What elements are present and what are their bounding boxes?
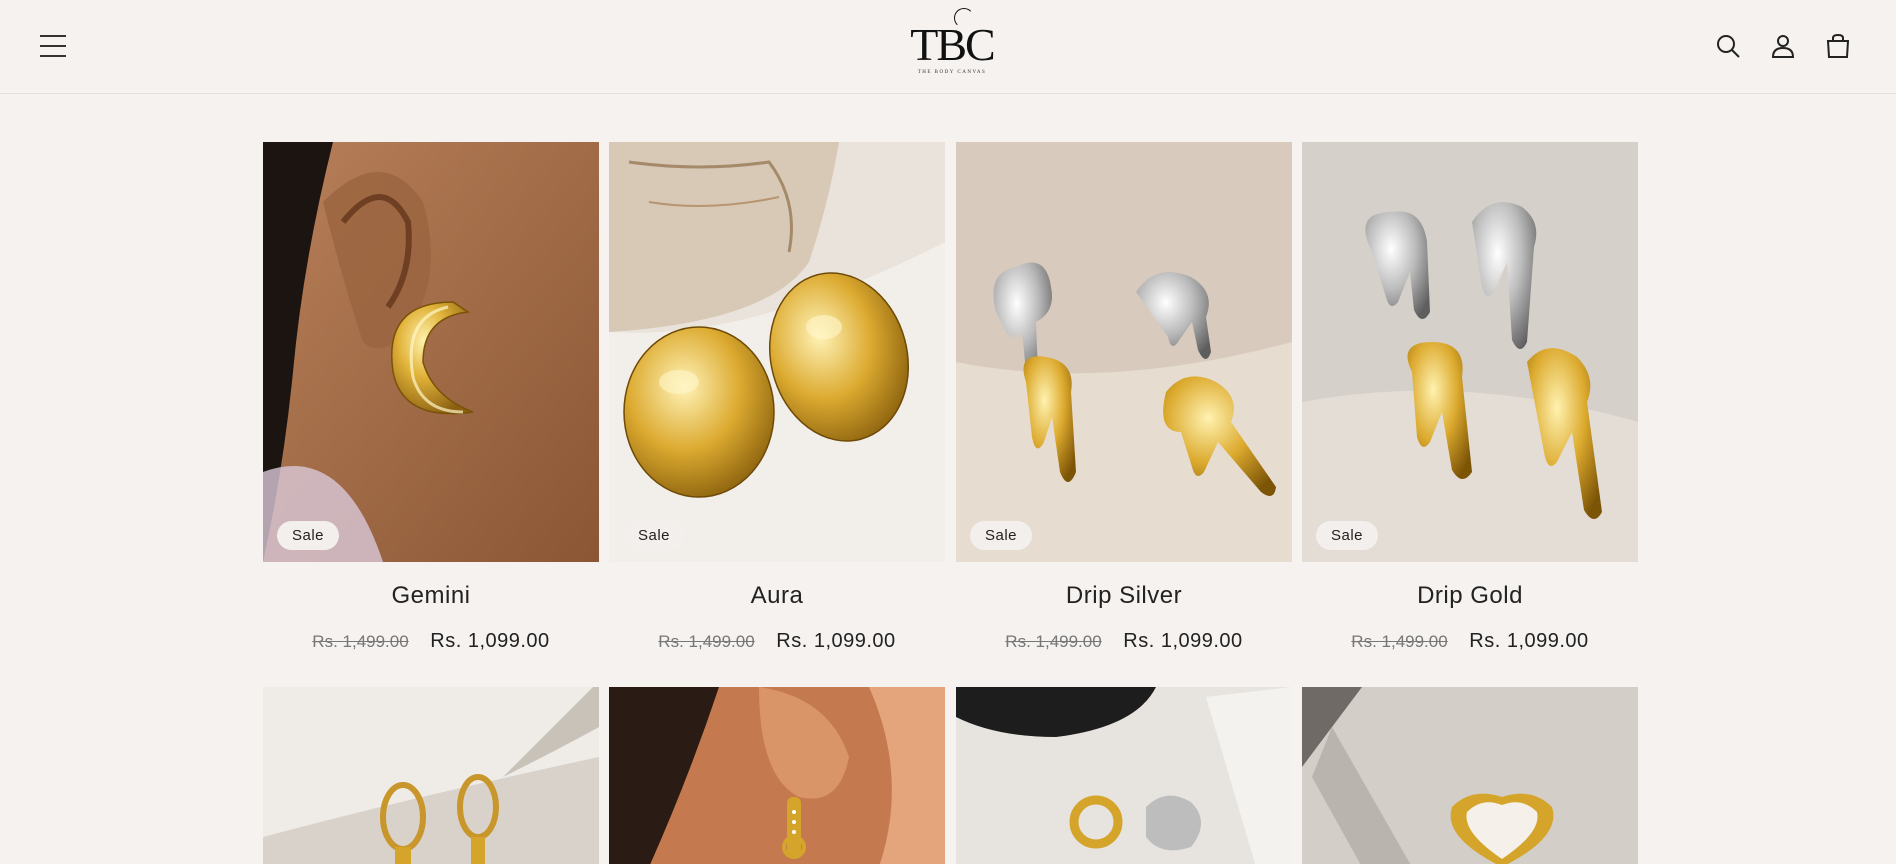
drip-silver-earring-image bbox=[956, 142, 1292, 562]
product-price: Rs. 1,499.00 Rs. 1,099.00 bbox=[1302, 630, 1638, 653]
product-card-row2-4[interactable] bbox=[1302, 687, 1638, 864]
product-price: Rs. 1,499.00 Rs. 1,099.00 bbox=[609, 630, 945, 653]
hoop-charm-earring-image bbox=[263, 687, 599, 864]
sale-badge: Sale bbox=[1316, 521, 1379, 550]
product-price: Rs. 1,499.00 Rs. 1,099.00 bbox=[263, 630, 599, 653]
mixed-hoop-earring-image bbox=[956, 687, 1292, 864]
logo-mark: TBC bbox=[910, 7, 996, 70]
sale-price: Rs. 1,099.00 bbox=[1123, 630, 1243, 652]
product-price: Rs. 1,499.00 Rs. 1,099.00 bbox=[956, 630, 1292, 653]
product-image[interactable] bbox=[263, 687, 599, 864]
product-title[interactable]: Aura bbox=[609, 582, 945, 610]
sale-badge: Sale bbox=[970, 521, 1033, 550]
product-title[interactable]: Gemini bbox=[263, 582, 599, 610]
gemini-earring-image bbox=[263, 142, 599, 562]
product-title[interactable]: Drip Gold bbox=[1302, 582, 1638, 610]
cart-icon[interactable] bbox=[1820, 28, 1856, 64]
product-title[interactable]: Drip Silver bbox=[956, 582, 1292, 610]
product-image[interactable] bbox=[956, 687, 1292, 864]
sale-price: Rs. 1,099.00 bbox=[430, 630, 550, 652]
product-image-gemini[interactable]: Sale bbox=[263, 142, 599, 562]
compare-at-price: Rs. 1,499.00 bbox=[312, 632, 409, 651]
product-image-drip-silver[interactable]: Sale bbox=[956, 142, 1292, 562]
sale-badge: Sale bbox=[277, 521, 340, 550]
sale-price: Rs. 1,099.00 bbox=[1469, 630, 1589, 652]
site-header: TBC THE BODY CANVAS bbox=[0, 0, 1896, 94]
brand-logo[interactable]: TBC THE BODY CANVAS bbox=[896, 7, 1008, 88]
aura-earring-image bbox=[609, 142, 945, 562]
product-image[interactable] bbox=[1302, 687, 1638, 864]
product-card-row2-2[interactable] bbox=[609, 687, 945, 864]
pearl-heart-earring-image bbox=[1302, 687, 1638, 864]
product-image-aura[interactable]: Sale bbox=[609, 142, 945, 562]
product-image-drip-gold[interactable]: Sale bbox=[1302, 142, 1638, 562]
compare-at-price: Rs. 1,499.00 bbox=[658, 632, 755, 651]
compare-at-price: Rs. 1,499.00 bbox=[1351, 632, 1448, 651]
product-card-row2-1[interactable] bbox=[263, 687, 599, 864]
sale-badge: Sale bbox=[623, 521, 686, 550]
logo-subtitle: THE BODY CANVAS bbox=[917, 69, 987, 75]
search-icon[interactable] bbox=[1710, 28, 1746, 64]
drip-gold-earring-image bbox=[1302, 142, 1638, 562]
hamburger-menu-icon[interactable] bbox=[32, 28, 72, 64]
product-card-row2-3[interactable] bbox=[956, 687, 1292, 864]
compare-at-price: Rs. 1,499.00 bbox=[1005, 632, 1102, 651]
sale-price: Rs. 1,099.00 bbox=[776, 630, 896, 652]
product-image[interactable] bbox=[609, 687, 945, 864]
crystal-drop-earring-image bbox=[609, 687, 945, 864]
account-icon[interactable] bbox=[1765, 28, 1801, 64]
